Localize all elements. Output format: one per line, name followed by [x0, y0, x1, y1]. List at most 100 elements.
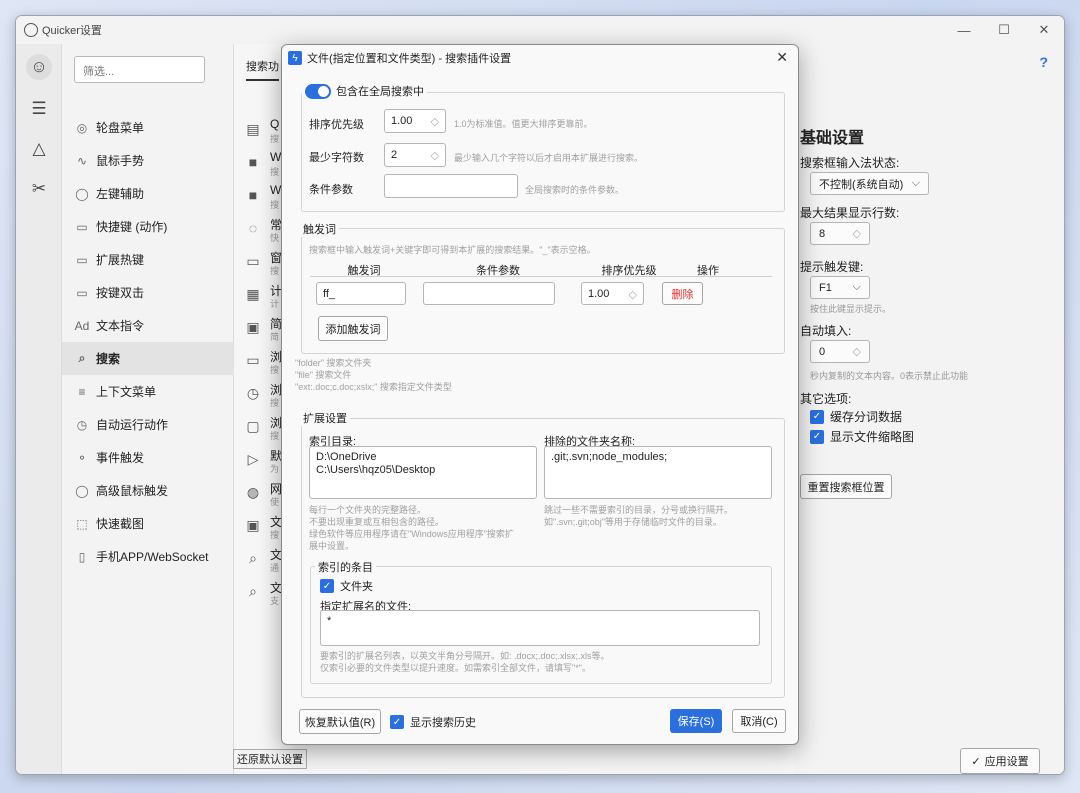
- plugin-desc: 简: [270, 332, 280, 342]
- plugin-icon: ◌: [248, 220, 258, 236]
- ime-select[interactable]: 不控制(系统自动) ⌵: [810, 172, 929, 195]
- nav-item[interactable]: ▯ 手机APP/WebSocket: [62, 540, 234, 573]
- menu-icon: ≡: [78, 384, 86, 399]
- trigger-cond-input[interactable]: [423, 282, 555, 305]
- chevron-down-icon: ⌵: [852, 281, 861, 293]
- hint-key-hint: 按住此键显示提示。: [810, 304, 892, 314]
- trigger-priority-value: 1.00: [588, 287, 610, 300]
- nav-item[interactable]: ▭ 快捷键 (动作): [62, 210, 234, 243]
- plugin-desc: 搜: [270, 266, 280, 276]
- cond-hint: 全局搜索时的条件参数。: [525, 185, 625, 195]
- save-button[interactable]: 保存(S): [670, 709, 722, 733]
- minimize-button[interactable]: —: [944, 16, 984, 44]
- help-icon[interactable]: ?: [1039, 54, 1048, 70]
- max-rows-value: 8: [819, 227, 826, 240]
- search-icon: ⌕: [78, 351, 86, 365]
- phone-icon: ▯: [78, 549, 86, 564]
- nav-column: 筛选... ◎ 轮盘菜单 ∿ 鼠标手势 ◯ 左键辅助 ▭ 快捷键 (动作) ▭ 扩展热键 ▭ 按键双击…: [62, 44, 234, 774]
- delete-trigger-button[interactable]: 删除: [662, 282, 703, 305]
- nav-item[interactable]: ▭ 扩展热键: [62, 243, 234, 276]
- sliders-icon[interactable]: ☰: [26, 96, 52, 122]
- plugin-desc: 搜: [270, 134, 280, 144]
- exclude-textarea[interactable]: .git;.svn;node_modules;: [544, 446, 772, 499]
- tools-icon[interactable]: ✂: [26, 176, 52, 202]
- plugin-desc: 搜: [270, 398, 280, 408]
- folder-checkbox[interactable]: ✓ 文件夹: [320, 578, 373, 594]
- cache-tokens-checkbox[interactable]: ✓ 缓存分词数据: [810, 408, 902, 425]
- trigger-priority-spinner[interactable]: 1.00 ◇: [581, 282, 644, 305]
- wheel-icon: ◎: [76, 120, 88, 135]
- index-dir-hint: 每行一个文件夹的完整路径。 不要出现重复或互相包含的路径。 绿色软件等应用程序请…: [309, 505, 514, 551]
- cond-input[interactable]: [384, 174, 518, 198]
- autofill-label: 自动填入:: [800, 324, 852, 338]
- nav-item[interactable]: ⌕ 搜索: [62, 342, 234, 375]
- title-bar[interactable]: Quicker设置 — ☐ ✕: [16, 16, 1064, 44]
- apply-settings-button[interactable]: ✓ 应用设置: [960, 748, 1040, 774]
- nav-item-label: 快速截图: [96, 517, 145, 531]
- restore-default-button[interactable]: 恢复默认值(R): [299, 709, 381, 734]
- ime-select-value: 不控制(系统自动): [819, 178, 904, 191]
- restore-defaults-button[interactable]: 还原默认设置: [233, 749, 307, 769]
- plugin-icon: ▣: [246, 319, 260, 335]
- nav-item[interactable]: ≡ 上下文菜单: [62, 375, 234, 408]
- spinner-icon: ◇: [628, 289, 637, 301]
- plugin-icon: ■: [248, 154, 258, 170]
- include-global-toggle-row: 包含在全局搜索中: [302, 83, 427, 99]
- basic-settings-heading: 基础设置: [800, 130, 865, 147]
- priority-label: 排序优先级: [309, 119, 364, 131]
- add-trigger-button[interactable]: 添加触发词: [318, 316, 388, 341]
- cond-label: 条件参数: [309, 184, 353, 196]
- maximize-button[interactable]: ☐: [984, 16, 1024, 44]
- nav-item[interactable]: ▭ 按键双击: [62, 276, 234, 309]
- plugin-desc: 搜: [270, 530, 280, 540]
- nav-item-label: 快捷键 (动作): [96, 220, 168, 234]
- minchars-hint: 最少输入几个字符以后才启用本扩展进行搜索。: [454, 153, 644, 163]
- reset-search-box-position-button[interactable]: 重置搜索框位置: [800, 474, 892, 499]
- hint-key-select[interactable]: F1 ⌵: [810, 276, 870, 299]
- trigger-word-input[interactable]: ff_: [316, 282, 406, 305]
- nav-item[interactable]: ◯ 左键辅助: [62, 177, 234, 210]
- gear-icon: [24, 23, 38, 37]
- nav-item[interactable]: Ad 文本指令: [62, 309, 234, 342]
- cancel-button[interactable]: 取消(C): [732, 709, 786, 733]
- usage-ext: "ext:.doc;c.doc;xslx;" 搜索指定文件类型: [295, 382, 452, 392]
- nav-item[interactable]: ∿ 鼠标手势: [62, 144, 234, 177]
- filter-input[interactable]: 筛选...: [74, 56, 205, 83]
- autofill-value: 0: [819, 345, 826, 358]
- max-rows-spinner[interactable]: 8 ◇: [810, 222, 870, 245]
- nav-item[interactable]: ⬚ 快速截图: [62, 507, 234, 540]
- col-priority: 排序优先级: [601, 265, 657, 277]
- autofill-spinner[interactable]: 0 ◇: [810, 340, 870, 363]
- mouse-icon: ◯: [75, 186, 89, 201]
- plugin-icon: ▭: [246, 253, 260, 269]
- close-window-button[interactable]: ✕: [1024, 16, 1064, 44]
- tab-search-functions[interactable]: 搜索功: [246, 58, 279, 81]
- minchars-value: 2: [391, 149, 398, 161]
- keyboard-icon: ▭: [76, 252, 88, 267]
- index-dir-textarea[interactable]: D:\OneDrive C:\Users\hqz05\Desktop: [309, 446, 537, 499]
- plugin-icon: ▦: [246, 286, 260, 302]
- ext-legend: 扩展设置: [300, 410, 350, 426]
- nav-item[interactable]: ⚬ 事件触发: [62, 441, 234, 474]
- nav-item[interactable]: ◷ 自动运行动作: [62, 408, 234, 441]
- dialog-title-bar[interactable]: ϟ 文件(指定位置和文件类型) - 搜索插件设置 ✕: [282, 45, 798, 71]
- show-thumbnails-label: 显示文件缩略图: [830, 430, 915, 444]
- window-title: Quicker设置: [42, 25, 102, 37]
- close-icon[interactable]: ✕: [776, 49, 788, 66]
- shapes-icon[interactable]: △: [26, 136, 52, 162]
- avatar-icon[interactable]: ☺: [26, 54, 52, 80]
- priority-hint: 1.0为标准值。值更大排序更靠前。: [454, 119, 593, 129]
- nav-item[interactable]: ◎ 轮盘菜单: [62, 111, 234, 144]
- plugin-icon: ▭: [246, 352, 260, 368]
- gesture-icon: ∿: [76, 153, 88, 168]
- show-history-checkbox[interactable]: ✓ 显示搜索历史: [390, 714, 476, 730]
- priority-spinner[interactable]: 1.00 ◇: [384, 109, 446, 133]
- show-thumbnails-checkbox[interactable]: ✓ 显示文件缩略图: [810, 428, 914, 445]
- include-global-toggle[interactable]: [305, 83, 331, 99]
- nav-item-label: 手机APP/WebSocket: [96, 550, 209, 564]
- hint-key-label: 提示触发键:: [800, 260, 864, 274]
- text-icon: Ad: [74, 318, 90, 333]
- minchars-spinner[interactable]: 2 ◇: [384, 143, 446, 167]
- nav-item[interactable]: ◯ 高级鼠标触发: [62, 474, 234, 507]
- ext-files-textarea[interactable]: *: [320, 610, 760, 646]
